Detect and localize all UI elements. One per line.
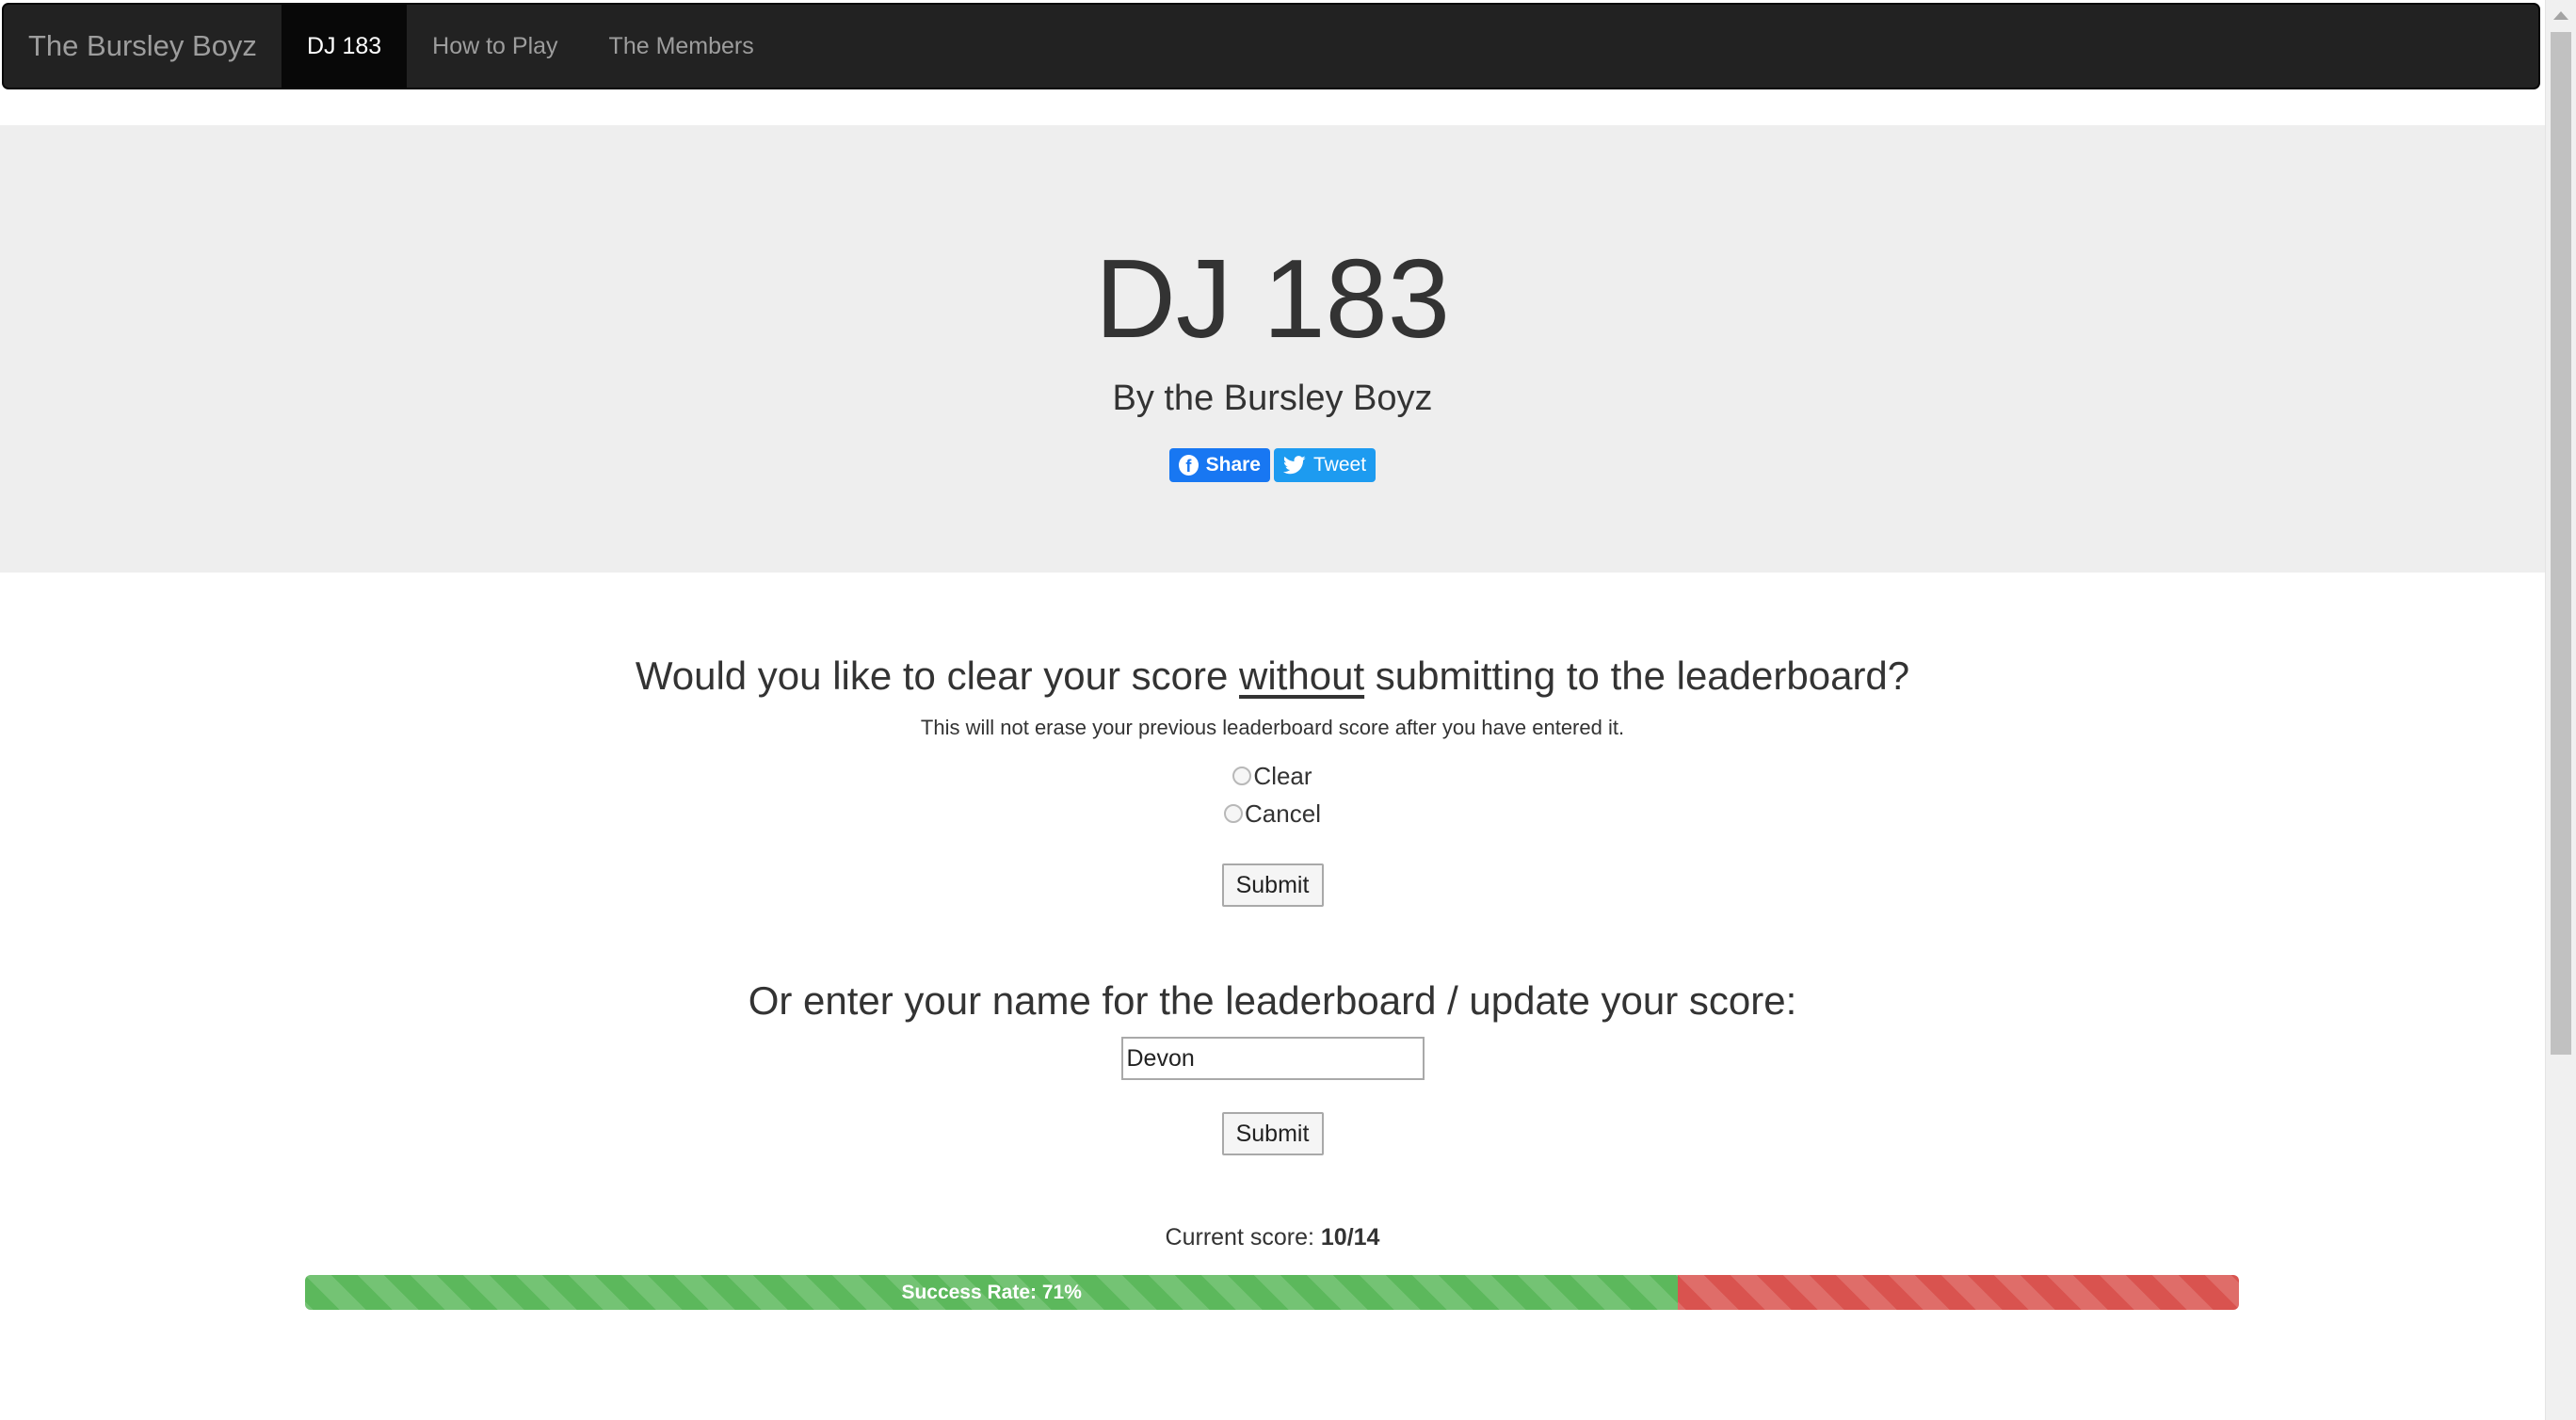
clear-submit-wrap: Submit xyxy=(0,863,2545,907)
failure-rate-bar xyxy=(1678,1275,2239,1310)
scroll-up-arrow-icon[interactable] xyxy=(2546,0,2576,30)
nav-item-how-to-play[interactable]: How to Play xyxy=(407,5,583,88)
clear-submit-button[interactable]: Submit xyxy=(1221,863,1324,907)
leaderboard-submit-wrap: Submit xyxy=(0,1112,2545,1155)
clear-radio-label[interactable]: Clear xyxy=(1253,760,1312,792)
facebook-share-button[interactable]: f Share xyxy=(1169,448,1270,482)
current-score-value: 10/14 xyxy=(1320,1224,1380,1251)
clear-score-question: Would you like to clear your score witho… xyxy=(0,650,2545,702)
current-score: Current score: 10/14 xyxy=(0,1221,2545,1253)
facebook-share-label: Share xyxy=(1205,454,1261,476)
leaderboard-name-input[interactable] xyxy=(1120,1037,1425,1080)
twitter-tweet-button[interactable]: Tweet xyxy=(1274,448,1376,482)
clear-question-text-2: submitting to the leaderboard? xyxy=(1364,654,1910,698)
page-title: DJ 183 xyxy=(1094,236,1451,362)
radio-option-cancel[interactable]: Cancel xyxy=(0,798,2545,830)
facebook-icon: f xyxy=(1179,455,1199,476)
nav-item-the-members[interactable]: The Members xyxy=(584,5,780,88)
clear-question-emphasis: without xyxy=(1239,654,1365,698)
success-rate-progress: Success Rate: 71% xyxy=(305,1275,2239,1310)
current-score-label: Current score: xyxy=(1165,1224,1321,1251)
navbar-brand[interactable]: The Bursley Boyz xyxy=(4,5,282,88)
page: The Bursley Boyz DJ 183 How to Play The … xyxy=(0,0,2576,1420)
radio-option-clear[interactable]: Clear xyxy=(0,760,2545,792)
vertical-scrollbar[interactable] xyxy=(2545,0,2576,1420)
jumbotron: DJ 183 By the Bursley Boyz f Share Tweet xyxy=(0,125,2545,573)
success-rate-bar: Success Rate: 71% xyxy=(305,1275,1679,1310)
social-share-row: f Share Tweet xyxy=(0,448,2545,482)
cancel-radio-label[interactable]: Cancel xyxy=(1245,798,1321,830)
twitter-icon xyxy=(1283,456,1306,475)
main-content: Would you like to clear your score witho… xyxy=(0,573,2545,1420)
name-input-wrap xyxy=(0,1037,2545,1080)
clear-question-text-1: Would you like to clear your score xyxy=(635,654,1240,698)
leaderboard-submit-button[interactable]: Submit xyxy=(1221,1112,1324,1155)
nav-item-dj-183[interactable]: DJ 183 xyxy=(281,5,408,88)
scrollbar-thumb[interactable] xyxy=(2551,32,2571,1055)
page-subtitle: By the Bursley Boyz xyxy=(1112,379,1433,418)
cancel-radio-button[interactable] xyxy=(1224,804,1244,823)
twitter-tweet-label: Tweet xyxy=(1313,454,1367,476)
leaderboard-heading: Or enter your name for the leaderboard /… xyxy=(748,978,1797,1023)
clear-score-note: This will not erase your previous leader… xyxy=(920,716,1625,739)
top-navbar: The Bursley Boyz DJ 183 How to Play The … xyxy=(2,3,2540,89)
clear-radio-button[interactable] xyxy=(1232,766,1252,785)
